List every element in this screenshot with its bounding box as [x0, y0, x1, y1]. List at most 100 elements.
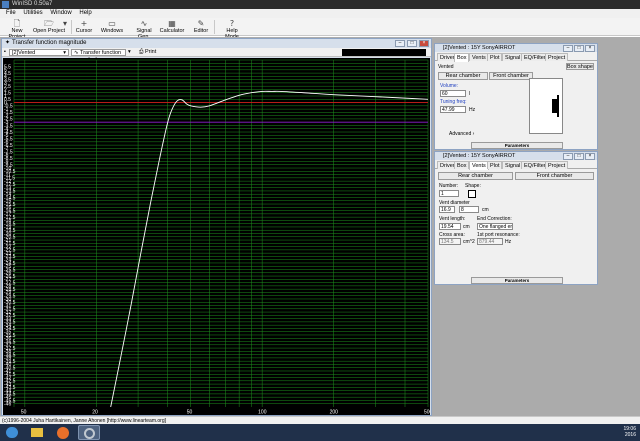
maximize-button[interactable]: □	[574, 153, 584, 160]
rear-chamber-button[interactable]: Rear chamber	[438, 72, 488, 80]
project-select[interactable]: [2]Vented ▾	[9, 49, 69, 56]
maximize-button[interactable]: □	[407, 40, 417, 47]
tab-box[interactable]: Box	[454, 161, 470, 169]
editor-button[interactable]: ✎ Editor	[191, 19, 211, 35]
print-button[interactable]: ⎙ Print	[139, 49, 156, 56]
volume-unit: l	[469, 91, 471, 97]
clock-date: 2016	[624, 432, 636, 438]
windows-icon: ▭	[108, 19, 116, 28]
tuning-field[interactable]: 47.99	[440, 106, 466, 113]
tab-plot[interactable]: Plot	[487, 161, 503, 169]
rear-chamber-button[interactable]: Rear chamber	[438, 172, 513, 180]
graph-window-title: Transfer function magnitude	[12, 40, 87, 46]
maximize-button[interactable]: □	[574, 45, 584, 52]
editor-label: Editor	[193, 28, 209, 34]
parameters-button[interactable]: Parameters	[471, 142, 563, 149]
y-tick-label: -46	[4, 402, 11, 408]
end-correction-select[interactable]: One flanged en	[477, 223, 513, 230]
transfer-function-plot[interactable]: 5.554.543.532.521.510.50-0.5-1-1.5-2-2.5…	[3, 58, 430, 415]
graph-window-titlebar[interactable]: ✦ Transfer function magnitude – □ ×	[2, 39, 431, 48]
cursor-label: Cursor	[75, 28, 93, 34]
box-window-titlebar[interactable]: [2]Vented : 15Y SonyAIRROT – □ ×	[435, 44, 597, 52]
toolbar-separator	[214, 20, 215, 34]
new-project-button[interactable]: 🗋 New Project	[3, 19, 31, 40]
dropdown-arrow-icon: ▾	[62, 19, 67, 28]
calculator-button[interactable]: ▦ Calculator	[159, 19, 185, 35]
x-tick-label: 20	[92, 410, 98, 416]
box-shape-button[interactable]: Box shape	[566, 63, 594, 70]
vent-diameter-field[interactable]: 16.9	[439, 206, 455, 213]
app-title: WinISD 0.50a7	[12, 1, 53, 7]
close-button[interactable]: ×	[585, 45, 595, 52]
tuning-unit: Hz	[469, 107, 476, 113]
graph-type-dropdown[interactable]: ▾	[128, 49, 136, 56]
port-resonance-unit: Hz	[505, 239, 512, 245]
speaker-app-icon	[84, 428, 95, 439]
main-toolbar: 🗋 New Project 🗁 Open Project ▾ + Cursor …	[0, 18, 640, 40]
printer-icon: ⎙	[139, 49, 144, 55]
minimize-button[interactable]: –	[563, 153, 573, 160]
close-button[interactable]: ×	[585, 153, 595, 160]
number-field[interactable]: 1	[439, 190, 459, 197]
new-document-icon: 🗋	[13, 19, 21, 28]
graph-type-select[interactable]: ∿ Transfer function magnitude	[71, 49, 126, 63]
mdi-workspace: ✦ Transfer function magnitude – □ × ▪ [2…	[0, 37, 640, 416]
vents-window-titlebar[interactable]: [2]Vented : 15Y SonyAIRROT – □ ×	[435, 152, 597, 160]
line-graph-icon: ∿	[74, 50, 79, 56]
volume-field[interactable]: 60	[440, 90, 466, 97]
print-label: Print	[144, 49, 157, 55]
minimize-button[interactable]: –	[563, 45, 573, 52]
advanced-toggle[interactable]: Advanced ›	[449, 131, 474, 137]
project-select-value: [2]Vented	[12, 50, 36, 56]
menu-bar: File Utilities Window Help	[0, 9, 640, 18]
open-project-dropdown[interactable]: ▾	[61, 19, 69, 35]
vents-window-title: [2]Vented : 15Y SonyAIRROT	[443, 153, 516, 159]
menu-utilities[interactable]: Utilities	[23, 10, 42, 16]
graph-window-icon: ✦	[5, 40, 11, 46]
chevron-down-icon: ▾	[128, 49, 131, 55]
windows-button[interactable]: ▭ Windows	[100, 19, 124, 35]
taskbar-winisd[interactable]	[78, 425, 100, 440]
box-window-title: [2]Vented : 15Y SonyAIRROT	[443, 45, 516, 51]
vent-length-field[interactable]: 19.54	[439, 223, 461, 230]
windows-label: Windows	[100, 28, 124, 34]
start-button[interactable]	[1, 425, 23, 440]
calculator-label: Calculator	[159, 28, 185, 34]
vent-shape-icon[interactable]	[468, 190, 476, 198]
number-label: Number:	[439, 183, 459, 189]
help-mode-button[interactable]: ? Help Mode	[219, 19, 245, 40]
speaker-cone-icon	[557, 95, 561, 117]
taskbar-explorer[interactable]	[26, 425, 48, 440]
vent-length-label: Vent length:	[439, 216, 466, 222]
tab-plot[interactable]: Plot	[487, 53, 503, 61]
close-button[interactable]: ×	[419, 40, 429, 47]
sine-wave-icon: ∿	[140, 19, 148, 28]
vent-diameter-fraction-field[interactable]: 8	[459, 206, 479, 213]
front-chamber-button[interactable]: Front chamber	[489, 72, 533, 80]
front-chamber-button[interactable]: Front chamber	[515, 172, 594, 180]
vents-window: [2]Vented : 15Y SonyAIRROT – □ × Driver …	[434, 151, 598, 285]
minimize-button[interactable]: –	[395, 40, 405, 47]
box-shape-preview	[529, 78, 563, 134]
menu-window[interactable]: Window	[50, 10, 71, 16]
menu-help[interactable]: Help	[79, 10, 91, 16]
tab-vents[interactable]: Vents	[469, 53, 489, 61]
app-titlebar: WinISD 0.50a7	[0, 0, 640, 9]
tab-vents[interactable]: Vents	[469, 161, 489, 170]
tuning-label: Tuning freq:	[440, 99, 467, 105]
tab-project[interactable]: Project	[545, 53, 569, 61]
port-resonance-field: 879.44	[477, 238, 503, 245]
system-clock: 19:06 2016	[623, 426, 636, 438]
status-bar: (c)1996-2004 Juha Hartikainen, Janne Aho…	[0, 416, 640, 424]
signal-gen-button[interactable]: ∿ Signal Gen.	[131, 19, 157, 40]
project-color-icon: ▪	[4, 49, 6, 55]
parameters-button[interactable]: Parameters	[471, 277, 563, 284]
cursor-button[interactable]: + Cursor	[74, 19, 94, 35]
windows-logo-icon	[6, 427, 18, 438]
taskbar-firefox[interactable]	[52, 425, 74, 440]
x-tick-label: 200	[330, 410, 339, 416]
menu-file[interactable]: File	[6, 10, 16, 16]
tab-project[interactable]: Project	[545, 161, 569, 169]
graph-window: ✦ Transfer function magnitude – □ × ▪ [2…	[1, 38, 432, 416]
tab-box[interactable]: Box	[454, 53, 470, 62]
